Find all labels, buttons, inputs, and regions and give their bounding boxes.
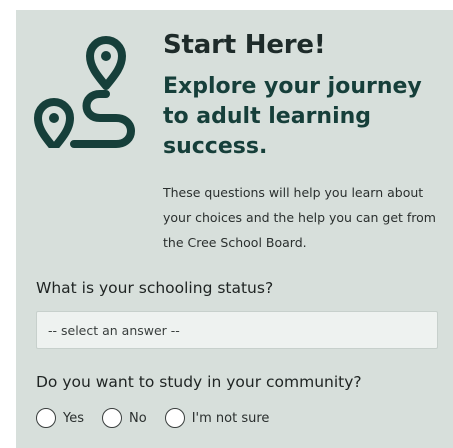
page-subtitle: Explore your journey to adult learning s… (163, 74, 422, 159)
schooling-status-select[interactable]: -- select an answer -- (36, 311, 438, 349)
radio-option-yes[interactable]: Yes (36, 408, 84, 428)
select-value: -- select an answer -- (48, 322, 180, 338)
radio-option-not-sure[interactable]: I'm not sure (164, 408, 270, 428)
radio-label-yes: Yes (63, 410, 84, 426)
radio-label-not-sure: I'm not sure (191, 410, 270, 426)
study-community-question: Do you want to study in your community? (36, 373, 362, 391)
radio-option-no[interactable]: No (102, 408, 147, 428)
radio-button-no[interactable] (102, 408, 122, 428)
page-title: Start Here! (163, 30, 326, 60)
radio-button-yes[interactable] (36, 408, 56, 428)
schooling-status-question: What is your schooling status? (36, 279, 274, 297)
form-panel: Start Here! Explore your journey to adul… (16, 10, 453, 448)
radio-button-not-sure[interactable] (164, 408, 185, 428)
map-route-pins-icon (34, 36, 135, 148)
intro-text: These questions will help you learn abou… (163, 185, 436, 250)
radio-label-no: No (129, 410, 147, 426)
study-community-radio-group: Yes No I'm not sure (36, 407, 287, 429)
